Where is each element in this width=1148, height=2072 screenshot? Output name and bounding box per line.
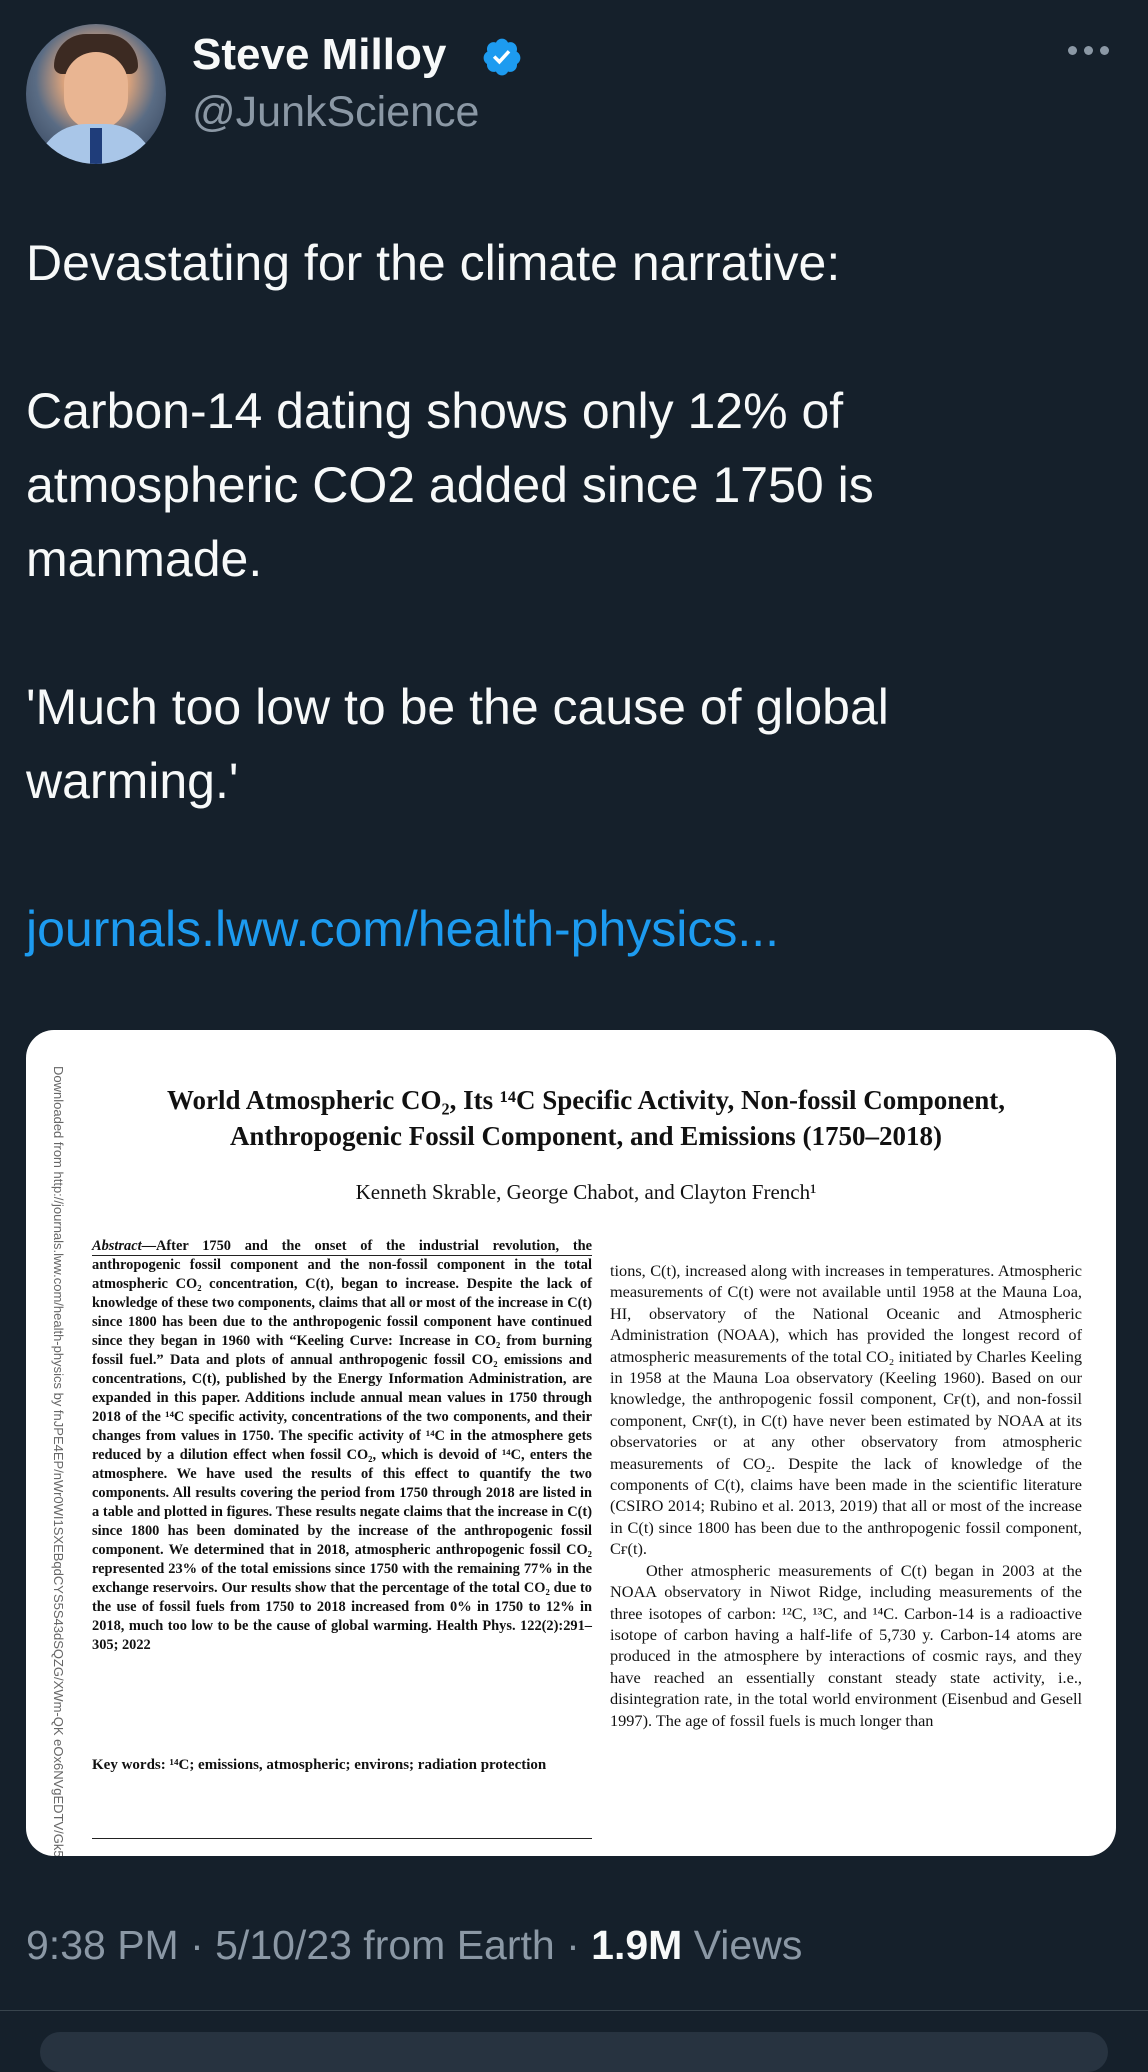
verified-badge-icon [483, 38, 521, 76]
download-watermark: Downloaded from http://journals.lww.com/… [30, 1066, 70, 1856]
paper-column-text: tions, C(t), increased along with increa… [610, 1261, 1082, 1730]
link-preview-card[interactable]: Downloaded from http://journals.lww.com/… [26, 1030, 1116, 1856]
paper-keywords: Key words: ¹⁴C; emissions, atmospheric; … [92, 1757, 547, 1773]
bottom-bar [40, 2032, 1108, 2072]
tweet-header: Steve Milloy @JunkScience [26, 24, 1126, 164]
paper-title: World Atmospheric CO₂, Its ¹⁴C Specific … [166, 1085, 1006, 1151]
tweet-meta: 9:38 PM · 5/10/23 from Earth · 1.9M View… [26, 1922, 802, 1969]
tweet-body: Devastating for the climate narrative: C… [26, 226, 1126, 966]
tweet-line: warming.' [26, 753, 239, 809]
tweet-line: atmospheric CO2 added since 1750 is [26, 457, 874, 513]
divider [0, 2010, 1148, 2011]
more-options-icon[interactable] [1068, 42, 1128, 62]
avatar[interactable] [26, 24, 166, 164]
timestamp[interactable]: 9:38 PM · 5/10/23 from Earth · [26, 1922, 591, 1968]
author-name[interactable]: Steve Milloy [192, 30, 446, 80]
tweet-line: manmade. [26, 531, 263, 587]
views-label: Views [682, 1922, 803, 1968]
paper-abstract: Abstract—After 1750 and the onset of the… [92, 1238, 592, 1653]
tweet-line: Devastating for the climate narrative: [26, 235, 841, 291]
paper-authors: Kenneth Skrable, George Chabot, and Clay… [355, 1180, 817, 1204]
views-count: 1.9M [591, 1922, 683, 1968]
tweet-line: 'Much too low to be the cause of global [26, 679, 889, 735]
author-handle[interactable]: @JunkScience [192, 88, 479, 137]
tweet-link[interactable]: journals.lww.com/health-physics... [26, 892, 1126, 966]
tweet-line: Carbon-14 dating shows only 12% of [26, 383, 844, 439]
